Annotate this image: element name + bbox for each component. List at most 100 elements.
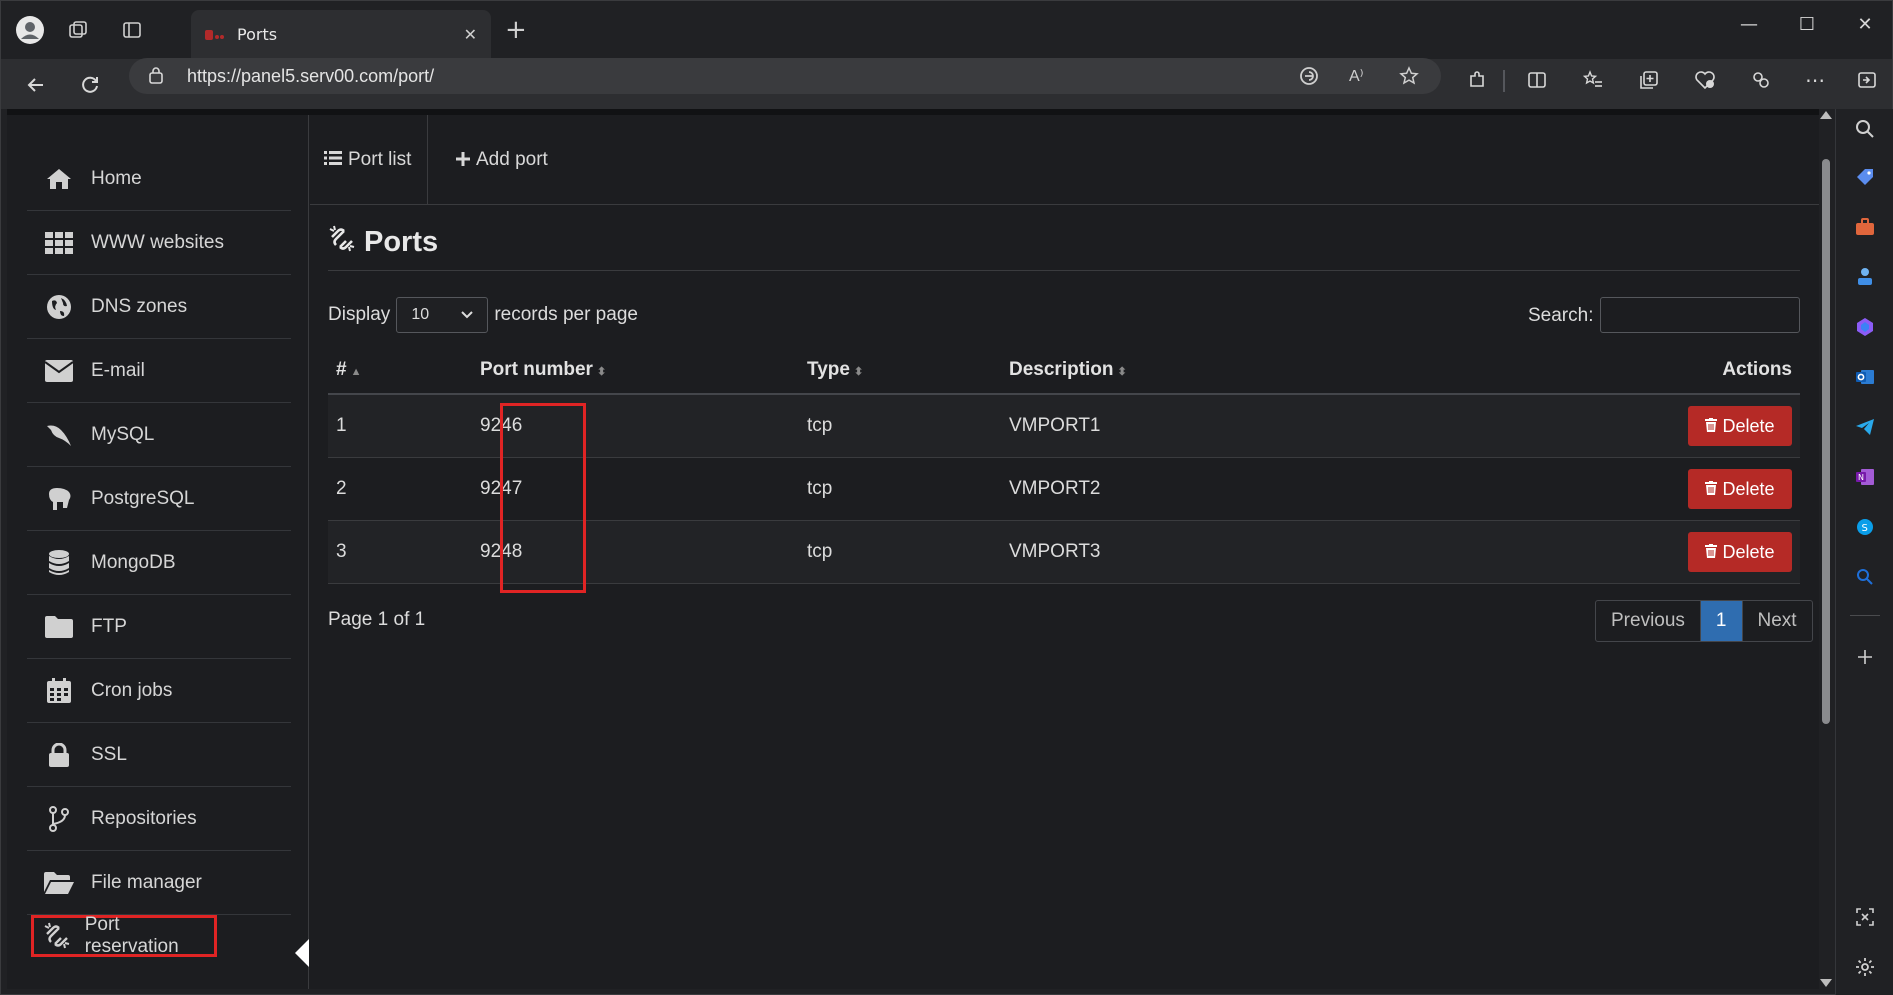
games-icon[interactable] (1853, 265, 1877, 289)
page-viewport: Home WWW websites DNS zones E-mail MySQL… (7, 109, 1821, 989)
svg-text:S: S (1862, 523, 1868, 534)
pagination-page-1[interactable]: 1 (1700, 601, 1743, 641)
tools-icon[interactable] (1853, 215, 1877, 239)
collections-icon[interactable] (1635, 66, 1663, 94)
tab-close-icon[interactable]: ✕ (464, 25, 477, 44)
browser-tab-active[interactable]: Ports ✕ (191, 10, 491, 59)
sidebar-item-label: SSL (91, 743, 127, 765)
search-icon[interactable] (1853, 117, 1877, 141)
url-text[interactable]: https://panel5.serv00.com/port/ (187, 66, 434, 87)
sidebar-item-label: MySQL (91, 423, 155, 445)
branch-icon (41, 804, 77, 834)
delete-button[interactable]: Delete (1688, 469, 1792, 509)
pagination-previous[interactable]: Previous (1596, 601, 1701, 641)
page-title: Ports (328, 225, 438, 260)
column-header-description[interactable]: Description ⬍ (1009, 359, 1127, 381)
unlink-icon (40, 921, 75, 951)
add-icon[interactable] (1853, 645, 1877, 669)
column-header-actions: Actions (1722, 359, 1792, 380)
settings-gear-icon[interactable] (1853, 955, 1877, 979)
elephant-icon (41, 484, 77, 514)
column-header-type[interactable]: Type ⬍ (807, 359, 863, 381)
sidebar-item-label: MongoDB (91, 551, 176, 573)
sidebar-item-file-manager[interactable]: File manager (27, 851, 291, 915)
folder-icon (41, 612, 77, 642)
sort-asc-icon: ▲ (350, 366, 362, 378)
browser-essentials-icon[interactable] (1691, 66, 1719, 94)
cell-port-number: 9246 (480, 415, 523, 436)
onenote-icon[interactable]: N (1853, 465, 1877, 489)
cell-description: VMPORT2 (1009, 478, 1101, 499)
favorite-star-icon[interactable] (1399, 66, 1419, 91)
more-options-icon[interactable]: ⋯ (1801, 66, 1829, 94)
sidebar-item-mysql[interactable]: MySQL (27, 403, 291, 467)
refresh-icon[interactable] (73, 68, 107, 102)
vertical-tabs-icon[interactable] (115, 13, 149, 47)
sidebar-item-www-websites[interactable]: WWW websites (27, 211, 291, 275)
read-aloud-icon[interactable]: A⁾ (1349, 66, 1364, 86)
trash-icon (1705, 480, 1718, 498)
minimize-icon[interactable]: — (1721, 9, 1777, 39)
home-icon (41, 164, 77, 194)
bing-search-icon[interactable] (1853, 565, 1877, 589)
page-scrollbar[interactable] (1819, 109, 1833, 989)
sidebar-item-port-reservation[interactable]: Port reservation (31, 914, 217, 957)
list-icon (324, 150, 342, 171)
envelope-icon (41, 356, 77, 386)
telegram-icon[interactable] (1853, 415, 1877, 439)
page-info: Page 1 of 1 (328, 609, 426, 630)
sidebar-toggle-icon[interactable] (1853, 66, 1881, 94)
sidebar-item-ssl[interactable]: SSL (27, 723, 291, 787)
sort-icon: ⬍ (596, 366, 607, 378)
sidebar-item-home[interactable]: Home (27, 147, 291, 211)
sort-icon: ⬍ (1117, 366, 1127, 378)
screenshot-icon[interactable] (1853, 905, 1877, 929)
column-header-port-number[interactable]: Port number ⬍ (480, 359, 606, 381)
sidebar-item-label: PostgreSQL (91, 487, 195, 509)
split-screen-icon[interactable] (1523, 66, 1551, 94)
sidebar-item-mongodb[interactable]: MongoDB (27, 531, 291, 595)
favorites-icon[interactable] (1579, 66, 1607, 94)
skype-icon[interactable]: S (1853, 515, 1877, 539)
main-content: Port list Add port Ports Display 10 reco… (310, 115, 1821, 989)
column-header-number[interactable]: # ▲ (336, 359, 361, 381)
scroll-down-icon[interactable] (1820, 979, 1832, 987)
delete-button[interactable]: Delete (1688, 532, 1792, 572)
microsoft365-icon[interactable] (1853, 315, 1877, 339)
app-available-icon[interactable] (1299, 66, 1319, 91)
sidebar-item-label: Cron jobs (91, 679, 173, 701)
search-input[interactable] (1600, 297, 1800, 333)
sidebar-item-dns-zones[interactable]: DNS zones (27, 275, 291, 339)
tab-port-list[interactable]: Port list (310, 115, 429, 205)
cell-type: tcp (807, 415, 833, 436)
cell-number: 2 (336, 478, 347, 499)
profile-icon[interactable] (13, 13, 47, 47)
sidebar-item-repositories[interactable]: Repositories (27, 787, 291, 851)
tab-add-port[interactable]: Add port (456, 115, 548, 205)
new-tab-icon[interactable]: + (505, 16, 527, 44)
close-window-icon[interactable]: ✕ (1837, 9, 1893, 39)
records-per-page-select[interactable]: 10 (396, 297, 489, 333)
workspaces-icon[interactable] (61, 13, 95, 47)
title-bar: Ports ✕ + — ☐ ✕ (1, 1, 1892, 59)
sidebar-item-ftp[interactable]: FTP (27, 595, 291, 659)
sidebar-item-cron-jobs[interactable]: Cron jobs (27, 659, 291, 723)
shopping-tag-icon[interactable] (1853, 165, 1877, 189)
extensions-icon[interactable] (1463, 66, 1491, 94)
copilot-icon[interactable] (1747, 66, 1775, 94)
sidebar-item-postgresql[interactable]: PostgreSQL (27, 467, 291, 531)
secure-lock-icon[interactable] (149, 66, 163, 88)
delete-label: Delete (1722, 541, 1775, 562)
pagination-next[interactable]: Next (1743, 601, 1812, 641)
sidebar-item-email[interactable]: E-mail (27, 339, 291, 403)
table-row: 2 9247 tcp VMPORT2 Delete (328, 458, 1800, 521)
delete-button[interactable]: Delete (1688, 406, 1792, 446)
address-bar[interactable]: https://panel5.serv00.com/port/ A⁾ (129, 58, 1441, 94)
back-icon[interactable] (19, 68, 53, 102)
outlook-icon[interactable] (1853, 365, 1877, 389)
maximize-icon[interactable]: ☐ (1779, 9, 1835, 39)
select-value: 10 (411, 306, 430, 323)
scrollbar-thumb[interactable] (1822, 159, 1830, 724)
scroll-up-icon[interactable] (1820, 111, 1832, 119)
tab-title: Ports (237, 25, 278, 44)
